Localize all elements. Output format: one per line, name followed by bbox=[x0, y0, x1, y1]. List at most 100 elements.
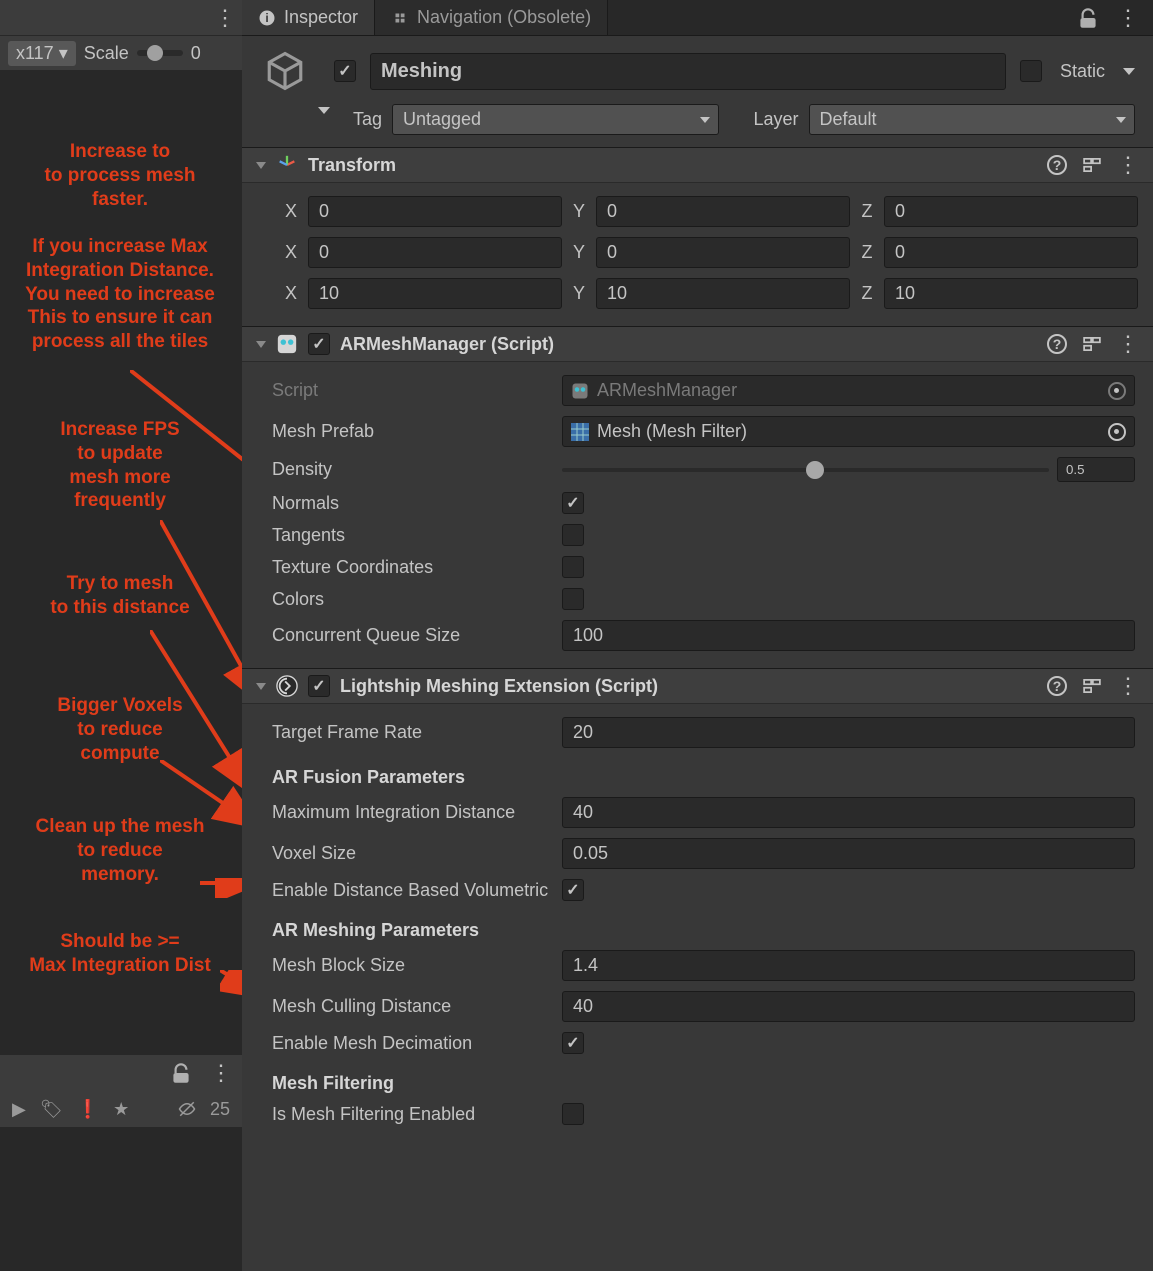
position-y-field[interactable] bbox=[596, 196, 850, 227]
transform-icon bbox=[276, 154, 298, 176]
mesh-filtering-heading: Mesh Filtering bbox=[272, 1059, 1135, 1098]
rotation-y-field[interactable] bbox=[596, 237, 850, 268]
left-topbar: ⋮ bbox=[0, 0, 242, 35]
lock-open-icon[interactable] bbox=[1075, 8, 1101, 28]
hidden-count: 25 bbox=[210, 1099, 230, 1120]
colors-label: Colors bbox=[272, 589, 552, 610]
scale-thumb[interactable] bbox=[147, 45, 163, 61]
slider-thumb[interactable] bbox=[806, 461, 824, 479]
component-menu-icon[interactable]: ⋮ bbox=[1117, 679, 1139, 692]
colors-checkbox[interactable] bbox=[562, 588, 584, 610]
component-enabled-checkbox[interactable] bbox=[308, 675, 330, 697]
component-menu-icon[interactable]: ⋮ bbox=[1117, 158, 1139, 171]
foldout-icon[interactable] bbox=[256, 683, 266, 690]
script-field: ARMeshManager bbox=[562, 375, 1135, 406]
transform-header[interactable]: Transform ? ⋮ bbox=[242, 147, 1153, 183]
texcoords-checkbox[interactable] bbox=[562, 556, 584, 578]
resolution-dropdown[interactable]: x117 ▾ bbox=[8, 41, 76, 66]
component-enabled-checkbox[interactable] bbox=[308, 333, 330, 355]
lightship-header[interactable]: Lightship Meshing Extension (Script) ? ⋮ bbox=[242, 668, 1153, 704]
static-dropdown-icon[interactable] bbox=[1123, 68, 1135, 75]
warning-icon[interactable]: ❗ bbox=[77, 1099, 99, 1120]
left-panel: ⋮ x117 ▾ Scale 0 ⋮ ▶ 🏷 ❗ ★ 25 bbox=[0, 0, 242, 1271]
help-icon[interactable]: ? bbox=[1047, 155, 1067, 175]
mesh-block-field[interactable] bbox=[562, 950, 1135, 981]
voxel-size-field[interactable] bbox=[562, 838, 1135, 869]
armeshmanager-body: Script ARMeshManager Mesh Prefab Mesh (M… bbox=[242, 362, 1153, 668]
script-value: ARMeshManager bbox=[597, 380, 737, 401]
z-label: Z bbox=[858, 201, 876, 222]
position-z-field[interactable] bbox=[884, 196, 1138, 227]
star-icon[interactable]: ★ bbox=[113, 1099, 129, 1120]
kebab-menu-icon[interactable]: ⋮ bbox=[214, 7, 234, 29]
scale-row: Scale X Y Z bbox=[272, 273, 1135, 314]
icon-selector-dropdown[interactable] bbox=[318, 107, 330, 114]
armeshmanager-header[interactable]: ARMeshManager (Script) ? ⋮ bbox=[242, 326, 1153, 362]
scale-y-field[interactable] bbox=[596, 278, 850, 309]
density-value-field[interactable] bbox=[1057, 457, 1135, 482]
rotation-z-field[interactable] bbox=[884, 237, 1138, 268]
tab-inspector[interactable]: i Inspector bbox=[242, 0, 375, 35]
scale-x-field[interactable] bbox=[308, 278, 562, 309]
position-x-field[interactable] bbox=[308, 196, 562, 227]
kebab-menu-icon[interactable]: ⋮ bbox=[210, 1062, 230, 1084]
preset-icon[interactable] bbox=[1083, 679, 1101, 693]
tag-icon[interactable]: 🏷 bbox=[40, 1099, 63, 1120]
script-icon bbox=[276, 333, 298, 355]
mesh-prefab-label: Mesh Prefab bbox=[272, 421, 552, 442]
tangents-label: Tangents bbox=[272, 525, 552, 546]
lock-open-icon[interactable] bbox=[168, 1063, 194, 1083]
preset-icon[interactable] bbox=[1083, 158, 1101, 172]
object-picker-icon[interactable] bbox=[1108, 423, 1126, 441]
preset-icon[interactable] bbox=[1083, 337, 1101, 351]
arrow-icon: ▶ bbox=[12, 1099, 26, 1120]
density-slider[interactable] bbox=[562, 468, 1049, 472]
layer-dropdown[interactable]: Default bbox=[809, 104, 1136, 135]
lightship-icon bbox=[276, 675, 298, 697]
mesh-prefab-field[interactable]: Mesh (Mesh Filter) bbox=[562, 416, 1135, 447]
mesh-decimation-checkbox[interactable] bbox=[562, 1032, 584, 1054]
scale-z-field[interactable] bbox=[884, 278, 1138, 309]
distance-vol-label: Enable Distance Based Volumetric Cleanup bbox=[272, 880, 552, 901]
transform-body: Position X Y Z Rotation X Y Z Scale X bbox=[242, 183, 1153, 326]
help-icon[interactable]: ? bbox=[1047, 334, 1067, 354]
tab-navigation[interactable]: Navigation (Obsolete) bbox=[375, 0, 608, 35]
section-title: ARMeshManager (Script) bbox=[340, 334, 554, 355]
gameobject-icon[interactable] bbox=[264, 50, 306, 92]
kebab-menu-icon[interactable]: ⋮ bbox=[1117, 11, 1139, 24]
mesh-filter-icon bbox=[571, 423, 589, 441]
svg-text:i: i bbox=[265, 10, 268, 24]
mesh-culling-label: Mesh Culling Distance bbox=[272, 996, 552, 1017]
texcoords-label: Texture Coordinates bbox=[272, 557, 552, 578]
object-picker-icon bbox=[1108, 382, 1126, 400]
position-row: Position X Y Z bbox=[272, 191, 1135, 232]
component-menu-icon[interactable]: ⋮ bbox=[1117, 337, 1139, 350]
x-label: X bbox=[282, 201, 300, 222]
mesh-decimation-label: Enable Mesh Decimation bbox=[272, 1033, 552, 1054]
queue-size-field[interactable] bbox=[562, 620, 1135, 651]
rotation-x-field[interactable] bbox=[308, 237, 562, 268]
tangents-checkbox[interactable] bbox=[562, 524, 584, 546]
gameobject-name-field[interactable] bbox=[370, 53, 1006, 90]
scale-slider[interactable] bbox=[137, 50, 183, 56]
tab-label: Navigation (Obsolete) bbox=[417, 7, 591, 28]
rotation-row: Rotation X Y Z bbox=[272, 232, 1135, 273]
enabled-checkbox[interactable] bbox=[334, 60, 356, 82]
target-frame-rate-field[interactable] bbox=[562, 717, 1135, 748]
eye-off-icon[interactable] bbox=[178, 1100, 196, 1118]
help-icon[interactable]: ? bbox=[1047, 676, 1067, 696]
max-integration-label: Maximum Integration Distance bbox=[272, 802, 552, 823]
tag-dropdown[interactable]: Untagged bbox=[392, 104, 719, 135]
foldout-icon[interactable] bbox=[256, 162, 266, 169]
script-label: Script bbox=[272, 380, 552, 401]
mesh-culling-field[interactable] bbox=[562, 991, 1135, 1022]
normals-checkbox[interactable] bbox=[562, 492, 584, 514]
static-label: Static bbox=[1056, 61, 1109, 82]
distance-vol-checkbox[interactable] bbox=[562, 879, 584, 901]
filter-enabled-checkbox[interactable] bbox=[562, 1103, 584, 1125]
lightship-body: Target Frame Rate AR Fusion Parameters M… bbox=[242, 704, 1153, 1142]
static-checkbox[interactable] bbox=[1020, 60, 1042, 82]
tag-value: Untagged bbox=[403, 109, 481, 129]
max-integration-field[interactable] bbox=[562, 797, 1135, 828]
foldout-icon[interactable] bbox=[256, 341, 266, 348]
